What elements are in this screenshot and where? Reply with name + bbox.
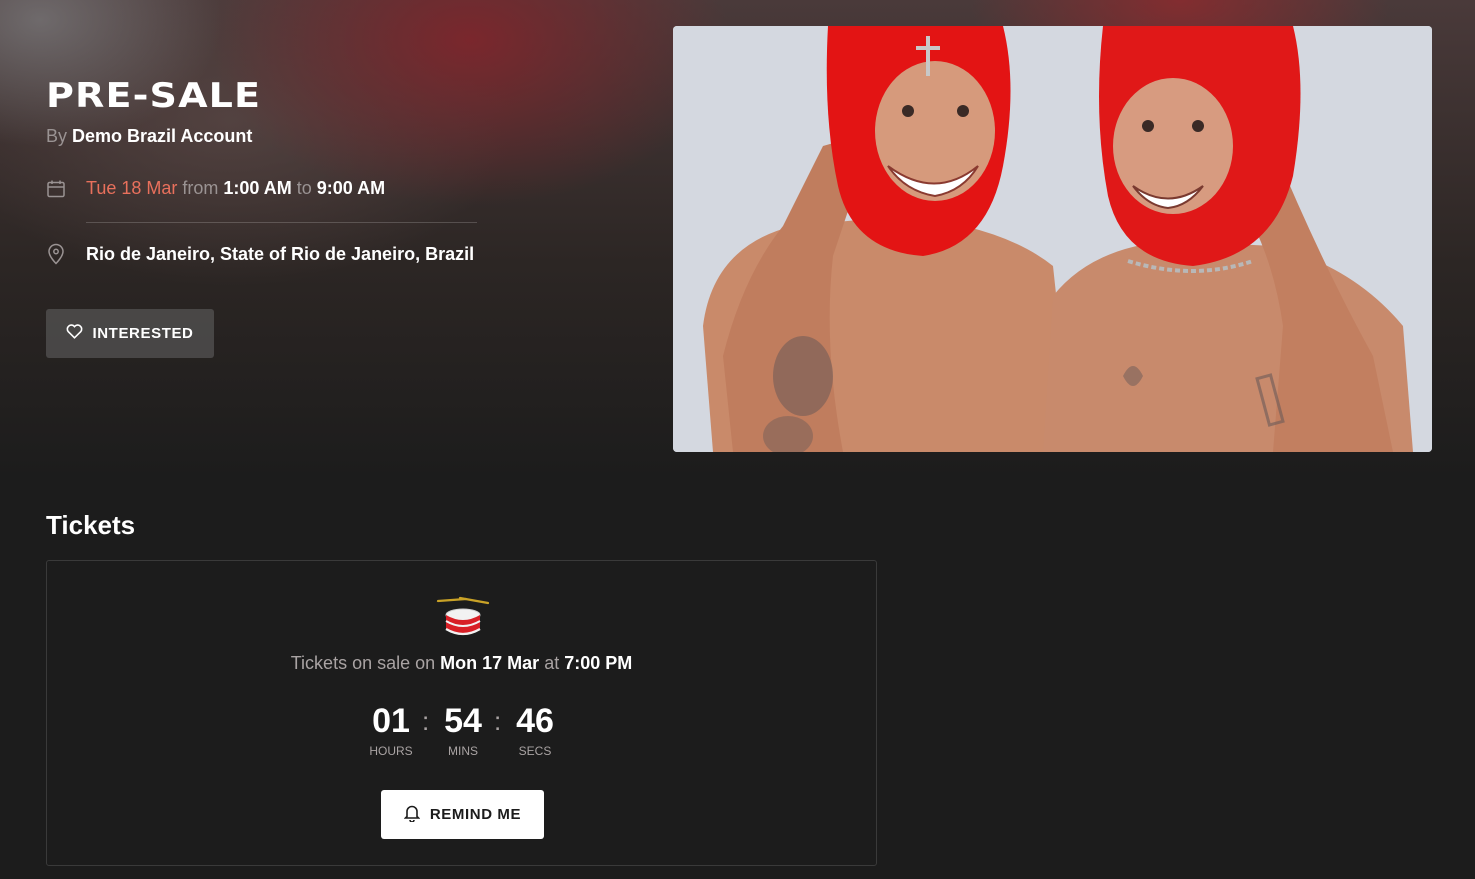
by-prefix: By [46, 126, 68, 146]
from-word: from [182, 178, 219, 198]
event-date-row: Tue 18 Mar from 1:00 AM to 9:00 AM [46, 178, 385, 199]
organizer-line: By Demo Brazil Account [46, 126, 252, 147]
sale-date: Mon 17 Mar [440, 653, 540, 673]
remind-label: REMIND ME [429, 806, 522, 823]
event-title: PRE-SALE [46, 76, 262, 116]
map-pin-icon [46, 243, 66, 265]
interested-button[interactable]: INTERESTED [46, 309, 214, 358]
info-divider [86, 222, 477, 223]
drum-icon [436, 595, 490, 646]
sale-start-line: Tickets on sale on Mon 17 Mar at 7:00 PM [47, 653, 876, 674]
seconds-label: SECS [518, 744, 552, 758]
event-image [673, 26, 1432, 452]
event-date: Tue 18 Mar [86, 178, 178, 198]
heart-icon [66, 324, 92, 343]
countdown-timer: 01 HOURS : 54 MINS : 46 SECS [365, 701, 561, 761]
interested-label: INTERESTED [92, 325, 194, 342]
bell-icon [403, 804, 430, 826]
countdown-minutes: 54 MINS [437, 701, 489, 758]
start-time: 1:00 AM [223, 178, 292, 198]
event-location: Rio de Janeiro, State of Rio de Janeiro,… [86, 243, 475, 264]
minutes-label: MINS [448, 744, 478, 758]
sale-prefix: Tickets on sale on [290, 653, 436, 673]
calendar-icon [46, 179, 66, 199]
seconds-value: 46 [516, 702, 554, 740]
minutes-value: 54 [444, 702, 482, 740]
countdown-separator: : [422, 706, 430, 736]
end-time: 9:00 AM [316, 178, 386, 198]
event-location-row[interactable]: Rio de Janeiro, State of Rio de Janeiro,… [46, 243, 474, 265]
event-page: PRE-SALE By Demo Brazil Account Tue 18 M… [0, 0, 1475, 879]
hours-value: 01 [372, 702, 410, 740]
countdown-separator: : [494, 706, 502, 736]
sale-time: 7:00 PM [564, 653, 633, 673]
sale-at: at [544, 653, 560, 673]
to-word: to [296, 178, 312, 198]
hours-label: HOURS [369, 744, 413, 758]
tickets-card: Tickets on sale on Mon 17 Mar at 7:00 PM… [46, 560, 877, 866]
remind-me-button[interactable]: REMIND ME [381, 790, 544, 839]
countdown-seconds: 46 SECS [509, 701, 561, 758]
tickets-heading: Tickets [46, 510, 136, 540]
countdown-hours: 01 HOURS [365, 701, 417, 758]
organizer-link[interactable]: Demo Brazil Account [72, 126, 252, 146]
